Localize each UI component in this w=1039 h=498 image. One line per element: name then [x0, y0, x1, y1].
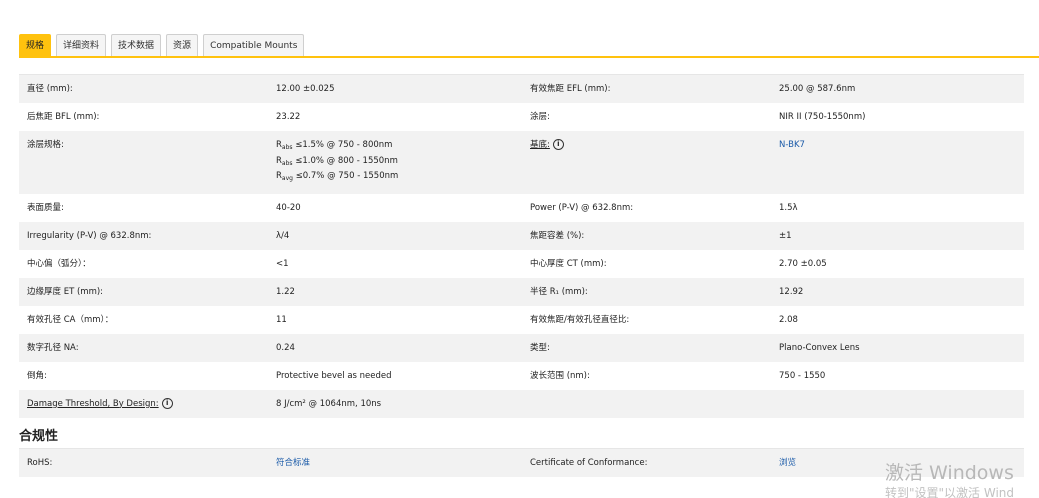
table-row: 表面质量: 40-20 Power (P-V) @ 632.8nm: 1.5λ [19, 193, 1024, 222]
spec-label: Power (P-V) @ 632.8nm: [530, 202, 634, 213]
spec-label: 表面质量: [27, 202, 64, 213]
spec-label: 数字孔径 NA: [27, 342, 79, 353]
table-row: 直径 (mm): 12.00 ±0.025 有效焦距 EFL (mm): 25.… [19, 75, 1024, 103]
substrate-link[interactable]: N-BK7 [771, 131, 1024, 194]
coating-line: Rabs ≤1.0% @ 800 - 1550nm [276, 155, 398, 167]
spec-label: 有效焦距/有效孔径直径比: [530, 314, 630, 325]
spec-table: 直径 (mm): 12.00 ±0.025 有效焦距 EFL (mm): 25.… [19, 74, 1024, 418]
spec-label: 中心厚度 CT (mm): [530, 258, 607, 269]
spec-value: Plano-Convex Lens [779, 342, 860, 353]
table-row: RoHS: 符合标准 Certificate of Conformance: 浏… [19, 449, 1024, 477]
spec-label: 焦距容差 (%): [530, 230, 585, 241]
spec-value: 11 [276, 314, 287, 325]
tab-specs[interactable]: 规格 [19, 34, 52, 56]
compliance-title: 合规性 [19, 429, 59, 444]
rohs-link[interactable]: 符合标准 [268, 449, 522, 477]
table-row: 有效孔径 CA（mm）： 11 有效焦距/有效孔径直径比: 2.08 [19, 305, 1024, 334]
tab-underline [19, 56, 1039, 58]
compliance-table: RoHS: 符合标准 Certificate of Conformance: 浏… [19, 448, 1024, 477]
spec-value: NIR II (750-1550nm) [779, 112, 866, 122]
damage-threshold-label[interactable]: Damage Threshold, By Design: i [19, 390, 268, 418]
tab-details[interactable]: 详细资料 [56, 34, 107, 56]
spec-label: 后焦距 BFL (mm): [27, 112, 100, 122]
info-icon[interactable]: i [552, 139, 564, 150]
spec-label: RoHS: [27, 458, 53, 468]
spec-label: Certificate of Conformance: [530, 458, 648, 468]
spec-value: 1.22 [276, 286, 295, 297]
table-row: Damage Threshold, By Design: i 8 J/cm² @ … [19, 389, 1024, 418]
info-icon[interactable]: i [161, 397, 173, 409]
spec-label [522, 390, 771, 418]
tab-compatible-mounts[interactable]: Compatible Mounts [203, 34, 305, 56]
spec-value: 750 - 1550 [779, 370, 826, 381]
tab-resources[interactable]: 资源 [166, 34, 199, 56]
spec-value: 2.08 [779, 314, 798, 325]
table-row: 倒角: Protective bevel as needed 波长范围 (nm)… [19, 361, 1024, 390]
coating-line: Rabs ≤1.5% @ 750 - 800nm [276, 140, 393, 151]
spec-label: 涂层规格: [27, 140, 64, 150]
spec-value: 1.5λ [779, 202, 798, 213]
spec-value: Protective bevel as needed [276, 370, 392, 381]
spec-value: 23.22 [276, 112, 301, 122]
tab-bar: 规格 详细资料 技术数据 资源 Compatible Mounts [19, 34, 305, 56]
spec-label: 类型: [530, 342, 550, 353]
table-row: 涂层规格: Rabs ≤1.5% @ 750 - 800nm Rabs ≤1.0… [19, 131, 1024, 194]
spec-value: λ/4 [276, 230, 290, 241]
table-row: 中心偏（弧分）： <1 中心厚度 CT (mm): 2.70 ±0.05 [19, 249, 1024, 278]
spec-label: 直径 (mm): [27, 84, 73, 94]
spec-value: 12.92 [779, 286, 804, 297]
table-row: 边缘厚度 ET (mm): 1.22 半径 R₁ (mm): 12.92 [19, 277, 1024, 306]
spec-value: 2.70 ±0.05 [779, 258, 827, 269]
spec-value: 8 J/cm² @ 1064nm, 10ns [276, 398, 382, 409]
spec-value: 25.00 @ 587.6nm [779, 84, 856, 94]
spec-label: Irregularity (P-V) @ 632.8nm: [27, 230, 152, 241]
activation-watermark: 激活 Windows [885, 462, 1014, 484]
spec-label: 涂层: [530, 112, 550, 122]
spec-label: 有效焦距 EFL (mm): [530, 84, 611, 94]
spec-value: 0.24 [276, 342, 295, 353]
spec-value: 40-20 [276, 202, 301, 213]
spec-label: 倒角: [27, 370, 47, 381]
coating-spec-value: Rabs ≤1.5% @ 750 - 800nm Rabs ≤1.0% @ 80… [268, 131, 522, 194]
spec-value: 12.00 ±0.025 [276, 84, 335, 94]
coating-line: Ravg ≤0.7% @ 750 - 1550nm [276, 171, 399, 182]
table-row: 数字孔径 NA: 0.24 类型: Plano-Convex Lens [19, 333, 1024, 362]
spec-label: 波长范围 (nm): [530, 370, 590, 381]
spec-label: 有效孔径 CA（mm）： [27, 314, 114, 325]
spec-label: 边缘厚度 ET (mm): [27, 286, 104, 297]
activation-watermark-sub: 转到"设置"以激活 Wind [885, 486, 1015, 498]
spec-value: <1 [276, 258, 289, 269]
table-row: 后焦距 BFL (mm): 23.22 涂层: NIR II (750-1550… [19, 103, 1024, 131]
spec-label: 中心偏（弧分）： [27, 258, 91, 269]
substrate-label[interactable]: 基底: i [522, 131, 771, 194]
product-spec-page: 规格 详细资料 技术数据 资源 Compatible Mounts 直径 (mm… [0, 0, 1039, 498]
spec-value: ±1 [779, 230, 792, 241]
spec-value [771, 390, 1024, 418]
tab-technical-data[interactable]: 技术数据 [111, 34, 162, 56]
spec-label: 半径 R₁ (mm): [530, 286, 588, 297]
table-row: Irregularity (P-V) @ 632.8nm: λ/4 焦距容差 (… [19, 221, 1024, 250]
